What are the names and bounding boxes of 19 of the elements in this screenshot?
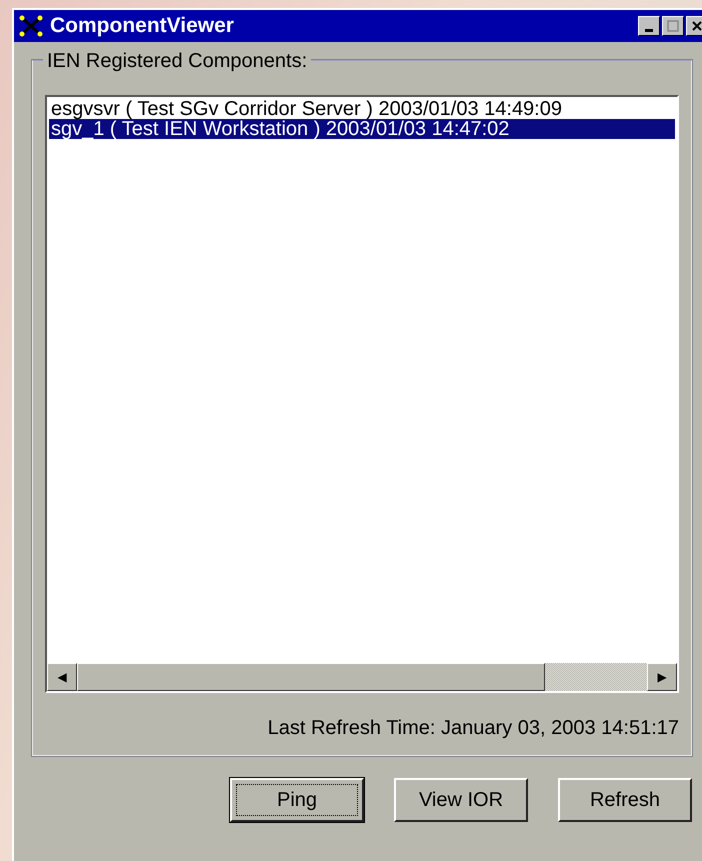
minimize-icon [645,28,653,32]
window-title: ComponentViewer [50,14,235,38]
scroll-right-button[interactable]: ▶ [647,663,677,691]
list-item[interactable]: esgvsvr ( Test SGv Corridor Server ) 2003/01/03 14:49:09 [49,99,675,119]
maximize-button[interactable] [662,16,684,36]
dialog-button[interactable]: Ping [230,778,364,822]
app-icon [18,14,44,38]
list-item[interactable]: sgv_1 ( Test IEN Workstation ) 2003/01/03 14:47:02 [49,119,675,139]
scroll-thumb[interactable] [77,663,545,691]
close-icon [692,21,702,31]
last-refresh-text: Last Refresh Time: January 03, 2003 14:51:17 [266,717,679,740]
maximize-icon [667,20,679,32]
close-button[interactable] [686,16,702,36]
dialog-button[interactable]: View IOR [394,778,528,822]
horizontal-scrollbar[interactable]: ◀ ▶ [47,663,677,691]
dialog-button[interactable]: Refresh [558,778,692,822]
scroll-left-button[interactable]: ◀ [47,663,77,691]
minimize-button[interactable] [638,16,660,36]
group-label: IEN Registered Components: [43,50,312,72]
